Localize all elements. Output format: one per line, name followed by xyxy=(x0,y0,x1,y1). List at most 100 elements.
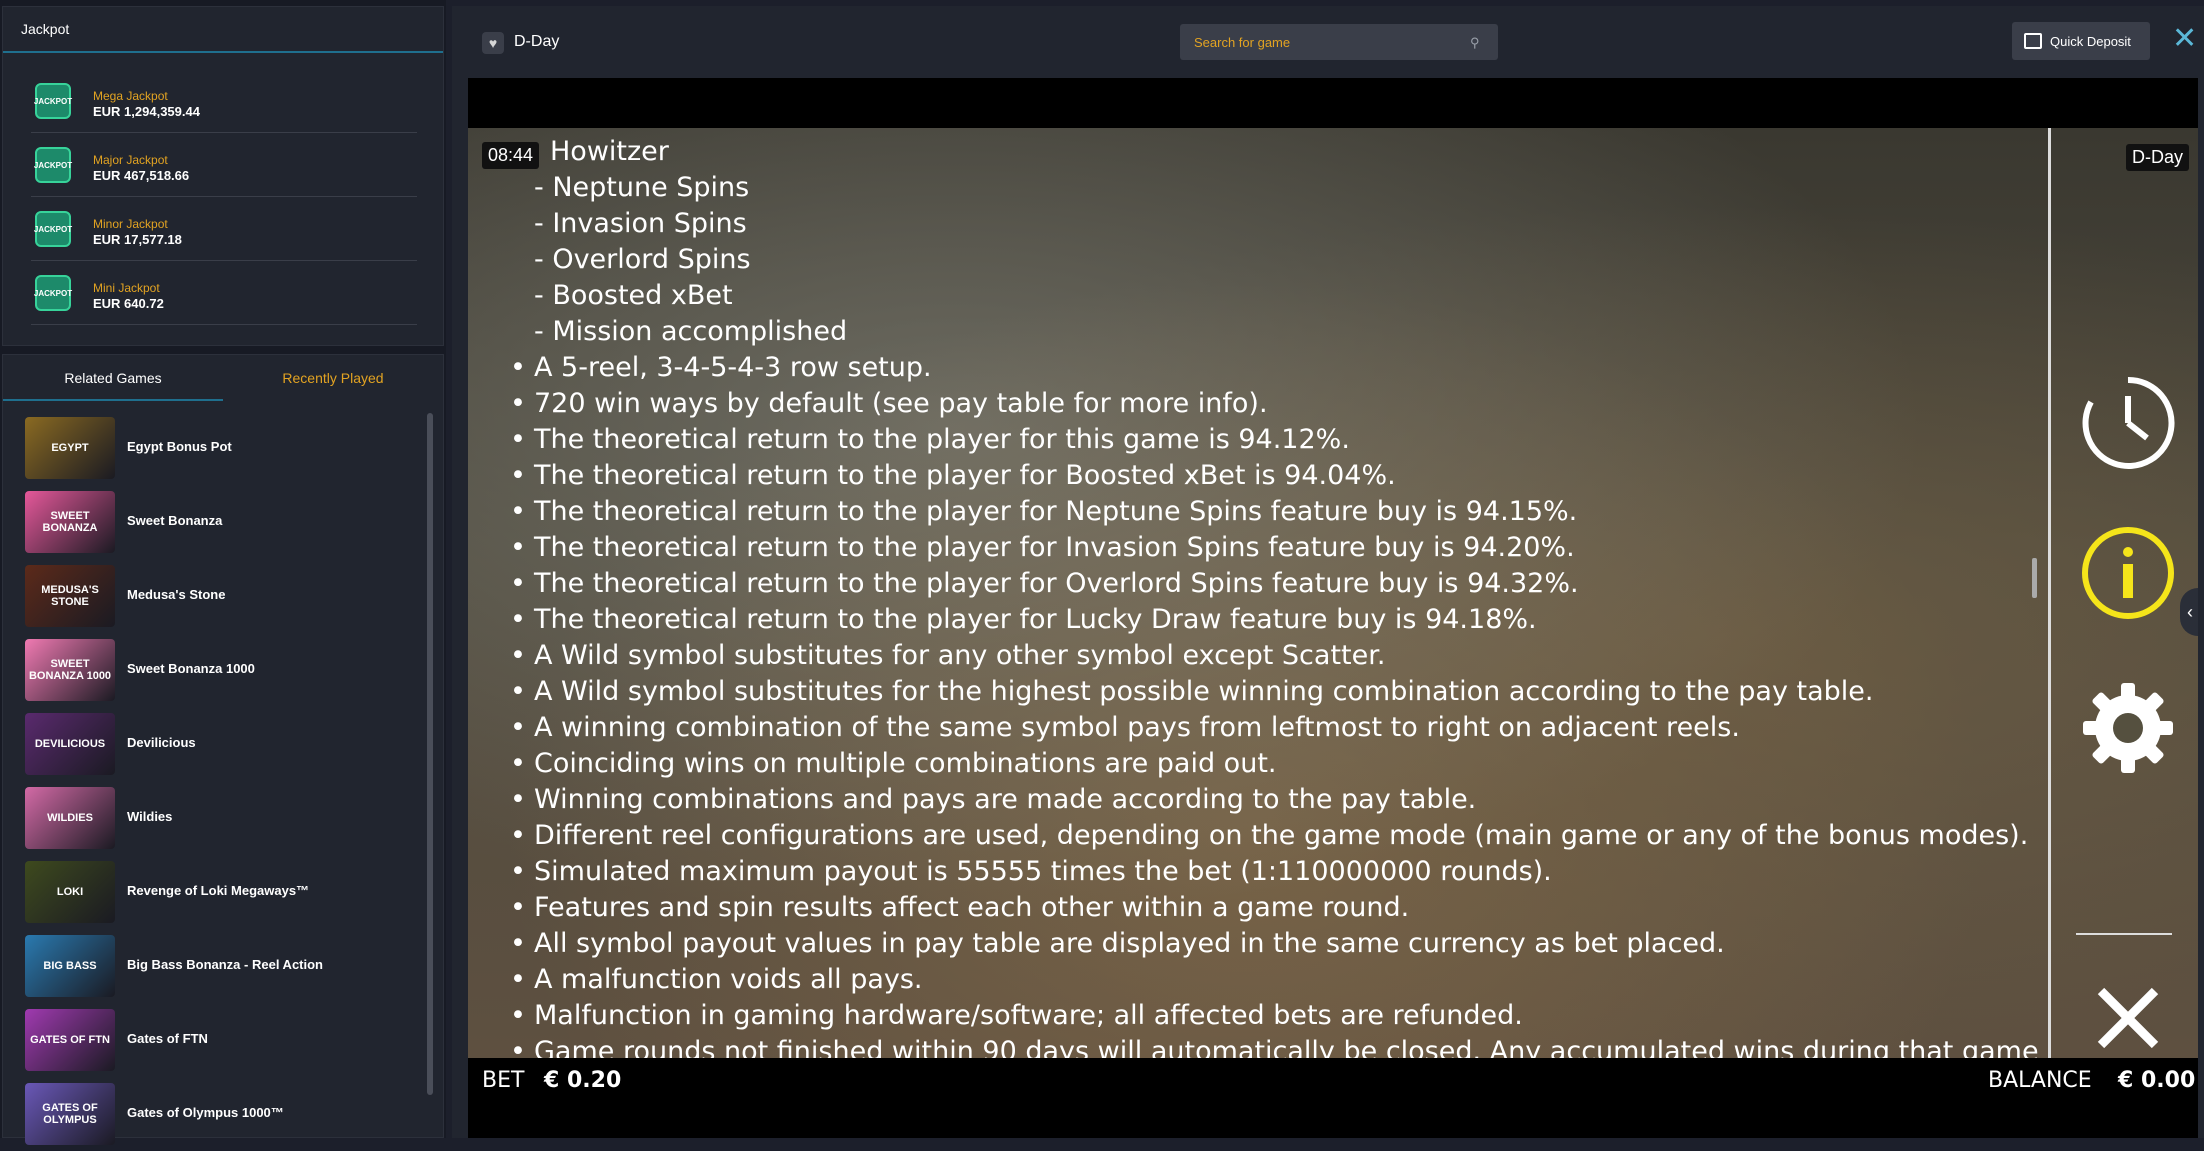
rules-bullet: All symbol payout values in pay table ar… xyxy=(468,926,2108,962)
jackpot-row: JACKPOT Mega Jackpot EUR 1,294,359.44 xyxy=(31,69,417,133)
jackpot-icon: JACKPOT xyxy=(34,83,72,119)
info-button[interactable] xyxy=(2078,523,2178,623)
rules-bullet: The theoretical return to the player for… xyxy=(468,494,2108,530)
rules-bullet: Coinciding wins on multiple combinations… xyxy=(468,746,2108,782)
rules-bullet: A 5-reel, 3-4-5-4-3 row setup. xyxy=(468,350,2108,386)
game-list-scrollbar[interactable] xyxy=(427,413,433,1095)
close-rules-button[interactable] xyxy=(2078,968,2178,1058)
rules-sub-item: - Invasion Spins xyxy=(534,208,747,239)
game-list-item[interactable]: EGYPT Egypt Bonus Pot xyxy=(3,411,423,485)
game-thumbnail[interactable]: SWEET BONANZA 1000 xyxy=(25,639,115,701)
bet-bar: BET € 0.20 BALANCE € 0.00 xyxy=(468,1058,2198,1104)
rules-bullet: Different reel configurations are used, … xyxy=(468,818,2108,854)
rules-sub-item: - Boosted xBet xyxy=(534,280,733,311)
game-list-item[interactable]: DEVILICIOUS Devilicious xyxy=(3,707,423,781)
menu-divider xyxy=(2048,128,2051,1058)
jackpot-name: Mini Jackpot xyxy=(93,281,160,295)
close-icon[interactable]: ✕ xyxy=(2172,24,2197,54)
game-name[interactable]: Gates of FTN xyxy=(127,1031,208,1046)
bet-label: BET xyxy=(482,1068,525,1093)
game-list-item[interactable]: WILDIES Wildies xyxy=(3,781,423,855)
close-icon xyxy=(2097,987,2159,1049)
quick-deposit-button[interactable]: Quick Deposit xyxy=(2012,22,2150,60)
game-list-item[interactable]: LOKI Revenge of Loki Megaways™ xyxy=(3,855,423,929)
jackpot-value: EUR 640.72 xyxy=(93,296,164,311)
rules-bullet: The theoretical return to the player for… xyxy=(468,458,2108,494)
game-name[interactable]: Sweet Bonanza xyxy=(127,513,222,528)
frame-game-title: D-Day xyxy=(2126,144,2190,171)
jackpot-row: JACKPOT Mini Jackpot EUR 640.72 xyxy=(31,261,417,325)
jackpot-name: Minor Jackpot xyxy=(93,217,168,231)
history-icon xyxy=(2082,376,2175,469)
top-bar: ♥ D-Day ⚲ Quick Deposit ✕ xyxy=(452,6,2204,76)
jackpot-icon: JACKPOT xyxy=(34,275,72,311)
game-thumbnail[interactable]: SWEET BONANZA xyxy=(25,491,115,553)
rules-bullet: A winning combination of the same symbol… xyxy=(468,710,2108,746)
search-icon[interactable]: ⚲ xyxy=(1470,35,1480,51)
quick-deposit-label: Quick Deposit xyxy=(2050,33,2131,49)
balance-value: € 0.00 xyxy=(2118,1068,2196,1093)
rules-bullet: Malfunction in gaming hardware/software;… xyxy=(468,998,2108,1034)
rules-bullet: Winning combinations and pays are made a… xyxy=(468,782,2108,818)
game-list-item[interactable]: MEDUSA'S STONE Medusa's Stone xyxy=(3,559,423,633)
settings-button[interactable] xyxy=(2078,678,2178,778)
game-list-item[interactable]: SWEET BONANZA 1000 Sweet Bonanza 1000 xyxy=(3,633,423,707)
game-thumbnail[interactable]: WILDIES xyxy=(25,787,115,849)
games-panel: Related Games Recently Played EGYPT Egypt… xyxy=(2,354,444,1145)
game-name[interactable]: Medusa's Stone xyxy=(127,587,225,602)
rules-bullet: The theoretical return to the player for… xyxy=(468,530,2108,566)
tab-related-games[interactable]: Related Games xyxy=(3,355,223,401)
chevron-left-icon[interactable]: ‹ xyxy=(2180,588,2198,636)
rules-bullet: 720 win ways by default (see pay table f… xyxy=(468,386,2108,422)
rules-bullet: A Wild symbol substitutes for any other … xyxy=(468,638,2108,674)
rules-sub-item: - Neptune Spins xyxy=(534,172,750,203)
rules-bullet: Features and spin results affect each ot… xyxy=(468,890,2108,926)
game-list-item[interactable]: GATES OF OLYMPUS Gates of Olympus 1000™ xyxy=(3,1077,423,1151)
games-tabs: Related Games Recently Played xyxy=(3,355,443,401)
game-thumbnail[interactable]: MEDUSA'S STONE xyxy=(25,565,115,627)
rules-text: Howitzer - Neptune Spins - Invasion Spins… xyxy=(468,134,2108,1058)
game-name[interactable]: Revenge of Loki Megaways™ xyxy=(127,883,309,898)
rules-bullet: Simulated maximum payout is 55555 times … xyxy=(468,854,2108,890)
game-name[interactable]: Devilicious xyxy=(127,735,196,750)
game-name[interactable]: Big Bass Bonanza - Reel Action xyxy=(127,957,323,972)
game-list: EGYPT Egypt Bonus Pot SWEET BONANZA Sweet B… xyxy=(3,411,423,1151)
rules-bullet: The theoretical return to the player for… xyxy=(468,422,2108,458)
bet-value: € 0.20 xyxy=(544,1068,622,1093)
rules-bullet: Game rounds not finished within 90 days … xyxy=(468,1034,2108,1058)
game-frame: Howitzer - Neptune Spins - Invasion Spins… xyxy=(468,78,2198,1138)
jackpot-panel: Jackpot JACKPOT Mega Jackpot EUR 1,294,359… xyxy=(2,6,444,346)
game-thumbnail[interactable]: BIG BASS xyxy=(25,935,115,997)
game-list-item[interactable]: GATES OF FTN Gates of FTN xyxy=(3,1003,423,1077)
heart-icon[interactable]: ♥ xyxy=(482,32,504,54)
jackpot-value: EUR 467,518.66 xyxy=(93,168,190,183)
rules-bullet: A Wild symbol substitutes for the highes… xyxy=(468,674,2108,710)
game-name[interactable]: Wildies xyxy=(127,809,172,824)
rules-scrollbar[interactable] xyxy=(2032,558,2037,598)
jackpot-title: Jackpot xyxy=(3,7,443,53)
jackpot-row: JACKPOT Major Jackpot EUR 467,518.66 xyxy=(31,133,417,197)
history-button[interactable] xyxy=(2078,373,2178,473)
game-name[interactable]: Egypt Bonus Pot xyxy=(127,439,232,454)
search-input[interactable] xyxy=(1180,24,1498,60)
jackpot-icon: JACKPOT xyxy=(34,147,72,183)
game-thumbnail[interactable]: EGYPT xyxy=(25,417,115,479)
jackpot-value: EUR 1,294,359.44 xyxy=(93,104,200,119)
game-list-item[interactable]: BIG BASS Big Bass Bonanza - Reel Action xyxy=(3,929,423,1003)
game-name[interactable]: Gates of Olympus 1000™ xyxy=(127,1105,284,1120)
rules-first-line: Howitzer xyxy=(550,136,669,167)
rules-sub-item: - Mission accomplished xyxy=(534,316,848,347)
game-thumbnail[interactable]: DEVILICIOUS xyxy=(25,713,115,775)
game-list-item[interactable]: SWEET BONANZA Sweet Bonanza xyxy=(3,485,423,559)
game-name[interactable]: Sweet Bonanza 1000 xyxy=(127,661,255,676)
game-thumbnail[interactable]: GATES OF FTN xyxy=(25,1009,115,1071)
gear-icon xyxy=(2083,683,2173,773)
deposit-icon xyxy=(2024,33,2042,49)
menu-separator xyxy=(2076,933,2172,935)
clock-time: 08:44 xyxy=(482,142,540,169)
tab-recently-played[interactable]: Recently Played xyxy=(223,355,443,401)
rules-sub-item: - Overlord Spins xyxy=(534,244,751,275)
rules-bullet: The theoretical return to the player for… xyxy=(468,566,2108,602)
game-thumbnail[interactable]: LOKI xyxy=(25,861,115,923)
game-thumbnail[interactable]: GATES OF OLYMPUS xyxy=(25,1083,115,1145)
